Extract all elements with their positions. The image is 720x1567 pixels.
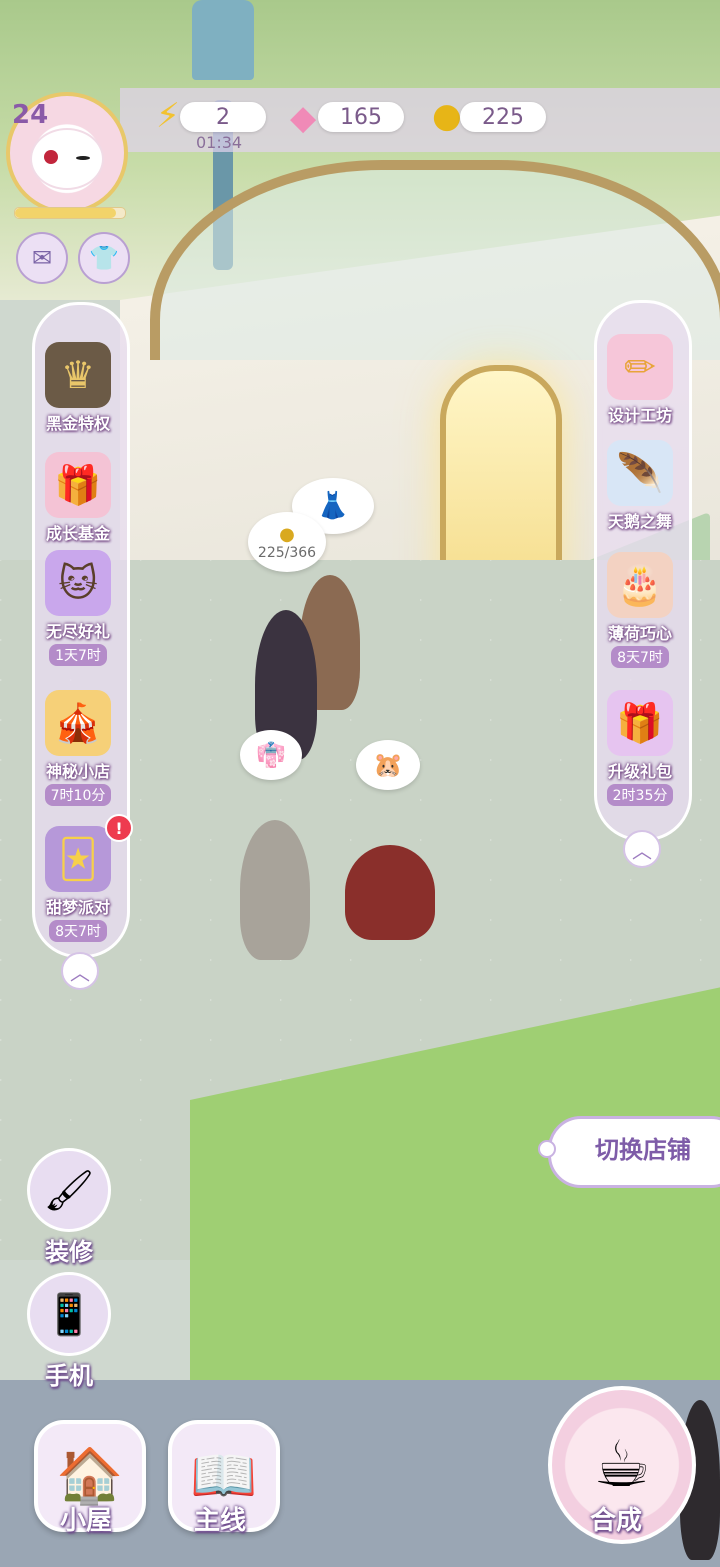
switch-shop-dot: [538, 1140, 556, 1158]
energy-counter[interactable]: 2: [180, 102, 266, 132]
vip-card-icon: ♛: [45, 342, 111, 408]
event-endless-gift[interactable]: 🐱 无尽好礼 1天7时: [23, 550, 133, 666]
event-endless-gift-label: 无尽好礼: [45, 622, 110, 641]
switch-shop-label[interactable]: 切换店铺: [595, 1130, 691, 1165]
event-upgrade-pack[interactable]: 🎁 升级礼包 2时35分: [585, 690, 695, 806]
thought-bubble-pet[interactable]: 🐹: [356, 740, 420, 790]
event-upgrade-pack-timer: 2时35分: [606, 784, 674, 806]
chevron-up-icon: ︿: [70, 960, 90, 985]
mail-button[interactable]: ✉: [16, 232, 68, 284]
gem-counter[interactable]: 165: [318, 102, 404, 132]
gem-icon: ◆: [290, 98, 317, 138]
xp-bar-fill: [15, 208, 117, 218]
ruler-pencil-icon: ✏: [607, 334, 673, 400]
outfit-icon: 👗: [316, 491, 350, 521]
teacup-icon: ☕: [593, 1428, 651, 1502]
event-mystery-shop-timer: 7时10分: [44, 784, 112, 806]
party-cards-icon: 🃏: [45, 826, 111, 892]
event-mystery-shop[interactable]: 🎪 神秘小店 7时10分: [23, 690, 133, 806]
customer-elder[interactable]: [240, 820, 310, 960]
white-cat-portrait: [30, 128, 104, 190]
event-sweet-dream-party[interactable]: 🃏 甜梦派对 8天7时: [23, 826, 133, 942]
chevron-up-icon: ︿: [632, 838, 652, 863]
cake-icon: 🎂: [607, 552, 673, 618]
mail-icon: ✉: [31, 244, 53, 272]
event-growth-fund[interactable]: 🎁 成长基金: [23, 452, 133, 544]
thought-bubble-dress[interactable]: 👘: [240, 730, 302, 780]
cat-eye-left: [44, 150, 58, 164]
event-swan-dance[interactable]: 🪶 天鹅之舞: [585, 440, 695, 532]
event-design-workshop-label: 设计工坊: [607, 406, 672, 425]
decorate-label: 装修: [45, 1238, 93, 1266]
cat-witch-pet[interactable]: [345, 845, 435, 940]
book-icon: 📖: [190, 1444, 258, 1507]
event-vip-label: 黑金特权: [45, 414, 110, 433]
dress-icon: 👘: [256, 741, 286, 769]
xp-bar: [14, 207, 126, 219]
collapse-right-panel-button[interactable]: ︿: [623, 830, 661, 868]
event-swan-dance-label: 天鹅之舞: [607, 512, 672, 531]
gift-boxes-icon: 🎁: [45, 452, 111, 518]
collapse-left-panel-button[interactable]: ︿: [61, 952, 99, 990]
event-mint-chocolate-label: 薄荷巧心: [607, 624, 672, 643]
coin-progress-bubble[interactable]: ● 225/366: [248, 512, 326, 572]
event-mint-chocolate-timer: 8天7时: [611, 646, 669, 668]
cat-gift-icon: 🐱: [45, 550, 111, 616]
event-design-workshop[interactable]: ✏ 设计工坊: [585, 334, 695, 426]
player-level: 24: [12, 100, 49, 130]
wardrobe-button[interactable]: 👕: [78, 232, 130, 284]
house-icon: 🏠: [56, 1444, 124, 1507]
event-sweet-dream-party-timer: 8天7时: [49, 920, 107, 942]
gem-value: 165: [340, 104, 382, 130]
feather-icon: 🪶: [607, 440, 673, 506]
merge-label: 合成: [589, 1506, 642, 1536]
cat-eye-wink: [76, 156, 90, 160]
house-label: 小屋: [59, 1506, 112, 1536]
event-mint-chocolate[interactable]: 🎂 薄荷巧心 8天7时: [585, 552, 695, 668]
coin-counter[interactable]: 225: [460, 102, 546, 132]
lightning-icon: ⚡: [156, 96, 180, 136]
main-story-label: 主线: [193, 1506, 246, 1536]
event-endless-gift-timer: 1天7时: [49, 644, 107, 666]
coin-value: 225: [482, 104, 524, 130]
event-sweet-dream-party-label: 甜梦派对: [45, 898, 110, 917]
phone-button[interactable]: 📱 手机: [24, 1272, 114, 1391]
hamster-icon: 🐹: [373, 751, 403, 779]
upgrade-gift-icon: 🎁: [607, 690, 673, 756]
energy-value: 2: [216, 104, 230, 130]
energy-timer: 01:34: [196, 133, 243, 152]
event-growth-fund-label: 成长基金: [45, 524, 110, 543]
mystery-shop-icon: 🎪: [45, 690, 111, 756]
event-vip[interactable]: ♛ 黑金特权: [23, 342, 133, 434]
decorate-button[interactable]: 🖌 装修: [24, 1148, 114, 1267]
street-lamp: [192, 0, 254, 80]
paintbrush-icon: 🖌: [27, 1148, 111, 1232]
phone-label: 手机: [45, 1362, 93, 1390]
coin-icon: ●: [279, 523, 295, 545]
phone-icon: 📱: [27, 1272, 111, 1356]
coin-icon: ●: [432, 96, 462, 136]
coin-progress-text: 225/366: [257, 544, 317, 561]
shirt-icon: 👕: [89, 244, 119, 272]
event-upgrade-pack-label: 升级礼包: [607, 762, 672, 781]
notification-badge: !: [105, 814, 133, 842]
event-mystery-shop-label: 神秘小店: [45, 762, 110, 781]
